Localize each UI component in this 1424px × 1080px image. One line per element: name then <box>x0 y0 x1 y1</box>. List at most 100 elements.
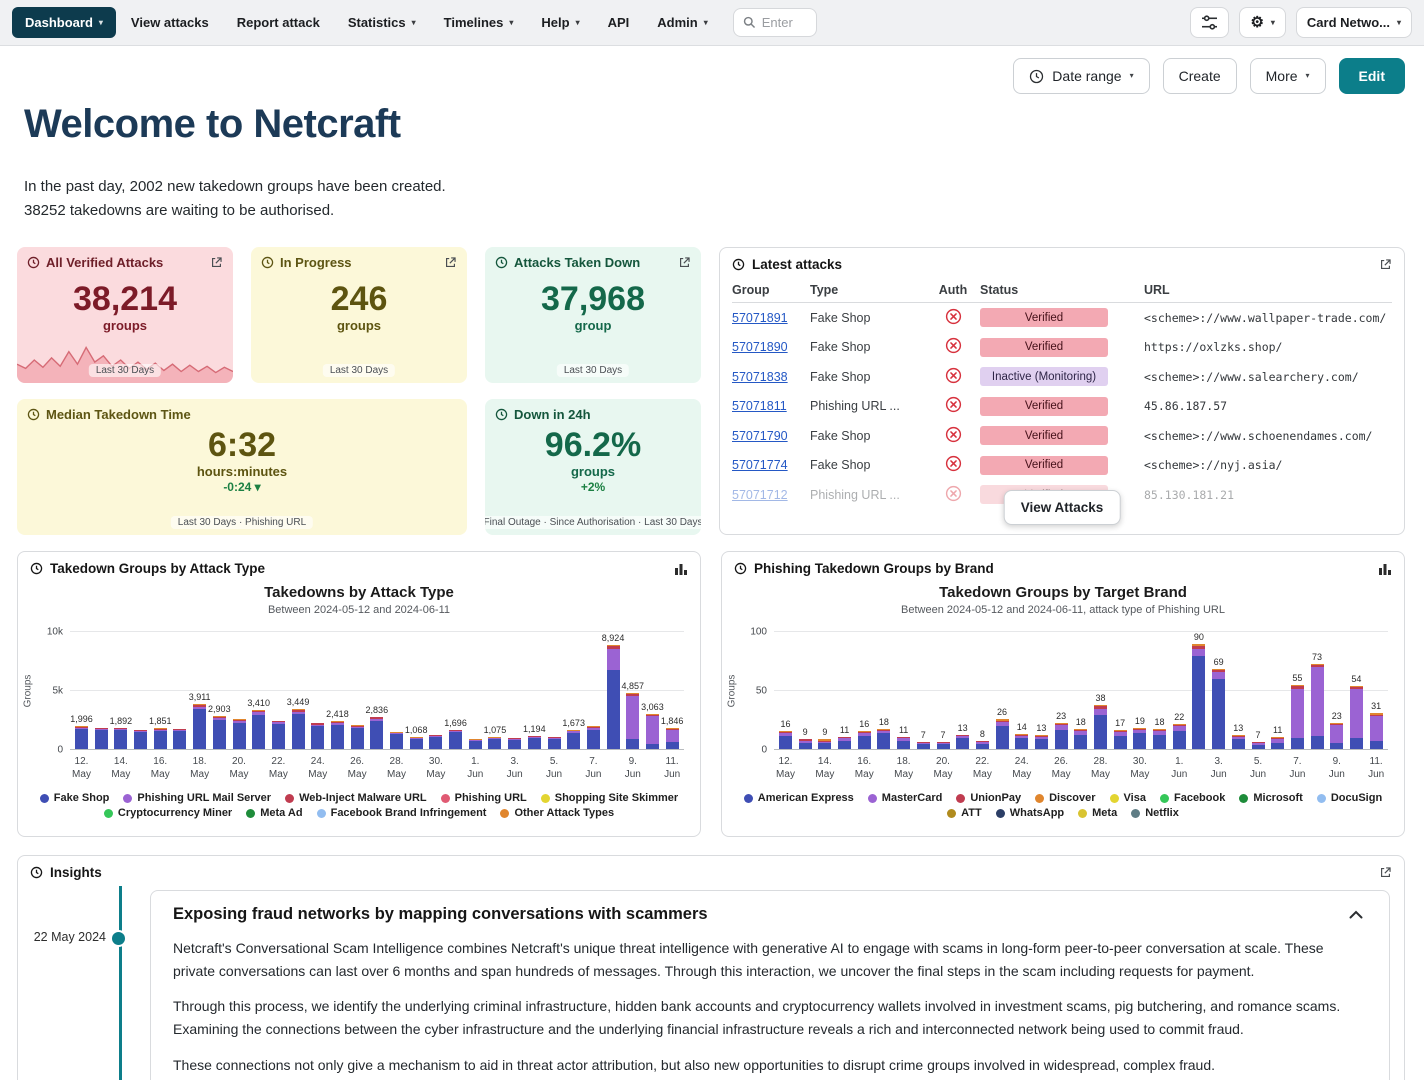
external-link-icon[interactable] <box>444 256 457 269</box>
search-box[interactable] <box>733 8 817 37</box>
bar <box>429 735 442 750</box>
group-link[interactable]: 57071712 <box>732 488 788 502</box>
bar-value-label: 11 <box>840 725 849 735</box>
attack-url: <scheme>://nyj.asia/ <box>1144 458 1392 472</box>
nav-item-dashboard[interactable]: Dashboard▾ <box>12 7 116 38</box>
bar-value-label: 7 <box>921 730 926 740</box>
bar-value-label: 3,410 <box>247 698 270 708</box>
legend-item[interactable]: Microsoft <box>1239 792 1303 804</box>
legend-dot <box>104 809 113 818</box>
auth-denied-icon <box>945 308 962 325</box>
card-unit: groups <box>103 318 147 333</box>
edit-button[interactable]: Edit <box>1339 58 1405 94</box>
bar-value-label: 2,418 <box>326 709 349 719</box>
group-link[interactable]: 57071838 <box>732 370 788 384</box>
more-button[interactable]: More ▾ <box>1250 58 1326 94</box>
nav-item-report-attack[interactable]: Report attack <box>224 7 333 38</box>
bar-value-label: 4,857 <box>621 681 644 691</box>
x-axis-tick: 30.May <box>1130 755 1149 781</box>
bar-value-label: 1,696 <box>444 718 467 728</box>
legend-item[interactable]: ATT <box>947 807 982 819</box>
y-axis-tick: 50 <box>756 686 767 697</box>
table-row: 57071790Fake Shop Verified<scheme>://www… <box>732 421 1392 451</box>
status-badge: Verified <box>980 426 1108 445</box>
external-link-icon[interactable] <box>210 256 223 269</box>
chevron-down-icon: ▾ <box>704 19 708 27</box>
legend-item[interactable]: Other Attack Types <box>500 807 614 819</box>
card-title: Median Takedown Time <box>46 407 191 422</box>
bar: 14 <box>1015 734 1028 751</box>
bar-chart-icon[interactable] <box>1378 562 1392 576</box>
bars-container: 1,9961,8921,8513,9112,9033,4103,4492,418… <box>70 632 684 750</box>
chevron-up-icon[interactable] <box>1345 906 1367 923</box>
legend-dot <box>441 794 450 803</box>
card-all-verified-attacks: All Verified Attacks 38,214 groups Last … <box>17 247 233 383</box>
legend-item[interactable]: Discover <box>1035 792 1095 804</box>
y-axis-tick: 0 <box>761 745 767 756</box>
external-link-icon[interactable] <box>678 256 691 269</box>
group-link[interactable]: 57071890 <box>732 340 788 354</box>
group-link[interactable]: 57071891 <box>732 311 788 325</box>
x-axis-tick: 22.May <box>269 755 288 781</box>
chart-subtitle: Between 2024-05-12 and 2024-06-11 <box>18 604 700 616</box>
bar-chart-icon[interactable] <box>674 562 688 576</box>
legend-item[interactable]: American Express <box>744 792 854 804</box>
bar-value-label: 22 <box>1174 712 1184 722</box>
group-link[interactable]: 57071774 <box>732 458 788 472</box>
card-delta: -0:24 ▾ <box>223 480 260 494</box>
column-header-group: Group <box>732 283 806 297</box>
create-button[interactable]: Create <box>1163 58 1237 94</box>
legend-item[interactable]: Facebook <box>1160 792 1225 804</box>
card-value: 246 <box>331 282 388 318</box>
x-axis-tick: 28.May <box>387 755 406 781</box>
x-axis-tick: 14.May <box>111 755 130 781</box>
external-link-icon[interactable] <box>1379 866 1392 879</box>
legend-item[interactable]: Shopping Site Skimmer <box>541 792 678 804</box>
bar <box>272 721 285 750</box>
filters-button[interactable] <box>1190 7 1229 38</box>
legend-item[interactable]: Netflix <box>1131 807 1179 819</box>
view-attacks-button[interactable]: View Attacks <box>1004 490 1121 525</box>
nav-item-view-attacks[interactable]: View attacks <box>118 7 222 38</box>
legend-item[interactable]: Facebook Brand Infringement <box>317 807 487 819</box>
legend-item[interactable]: Web-Inject Malware URL <box>285 792 427 804</box>
legend-item[interactable]: Phishing URL Mail Server <box>123 792 271 804</box>
insight-paragraph: Netcraft's Conversational Scam Intellige… <box>173 937 1367 982</box>
group-link[interactable]: 57071790 <box>732 429 788 443</box>
status-badge: Inactive (Monitoring) <box>980 367 1108 386</box>
external-link-icon[interactable] <box>1379 258 1392 271</box>
group-link[interactable]: 57071811 <box>732 399 787 413</box>
nav-item-api[interactable]: API <box>595 7 643 38</box>
card-median-takedown-time: Median Takedown Time 6:32 hours:minutes … <box>17 399 467 535</box>
date-range-button[interactable]: Date range ▾ <box>1013 58 1149 94</box>
legend-item[interactable]: Fake Shop <box>40 792 110 804</box>
legend-dot <box>317 809 326 818</box>
legend-item[interactable]: DocuSign <box>1317 792 1382 804</box>
nav-item-statistics[interactable]: Statistics▾ <box>335 7 429 38</box>
legend-dot <box>1131 809 1140 818</box>
search-input[interactable] <box>762 15 810 30</box>
x-axis-tick: 26.May <box>1052 755 1071 781</box>
bar-value-label: 3,063 <box>641 702 664 712</box>
legend-item[interactable]: Meta Ad <box>246 807 302 819</box>
legend-item[interactable]: Cryptocurrency Miner <box>104 807 232 819</box>
nav-item-admin[interactable]: Admin▾ <box>644 7 720 38</box>
timeline-line <box>119 886 122 1080</box>
nav-item-help[interactable]: Help▾ <box>528 7 592 38</box>
card-network-dropdown[interactable]: Card Netwo... ▾ <box>1296 7 1412 38</box>
legend-item[interactable]: UnionPay <box>956 792 1021 804</box>
chart-legend: Fake Shop Phishing URL Mail Server Web-Inj… <box>32 792 686 819</box>
legend-item[interactable]: Meta <box>1078 807 1117 819</box>
legend-item[interactable]: MasterCard <box>868 792 943 804</box>
settings-button[interactable]: ⚙ ▾ <box>1239 7 1285 38</box>
legend-item[interactable]: WhatsApp <box>996 807 1064 819</box>
bar-value-label: 13 <box>1233 723 1243 733</box>
legend-item[interactable]: Phishing URL <box>441 792 527 804</box>
nav-item-timelines[interactable]: Timelines▾ <box>431 7 527 38</box>
bars-container: 1699111618117713826141323183817191822906… <box>774 632 1388 750</box>
y-axis-label: Groups <box>727 675 738 708</box>
legend-item[interactable]: Visa <box>1110 792 1146 804</box>
attack-url: <scheme>://www.schoenendames.com/ <box>1144 429 1392 443</box>
x-axis-tick: 7.Jun <box>1289 755 1305 781</box>
legend-dot <box>123 794 132 803</box>
